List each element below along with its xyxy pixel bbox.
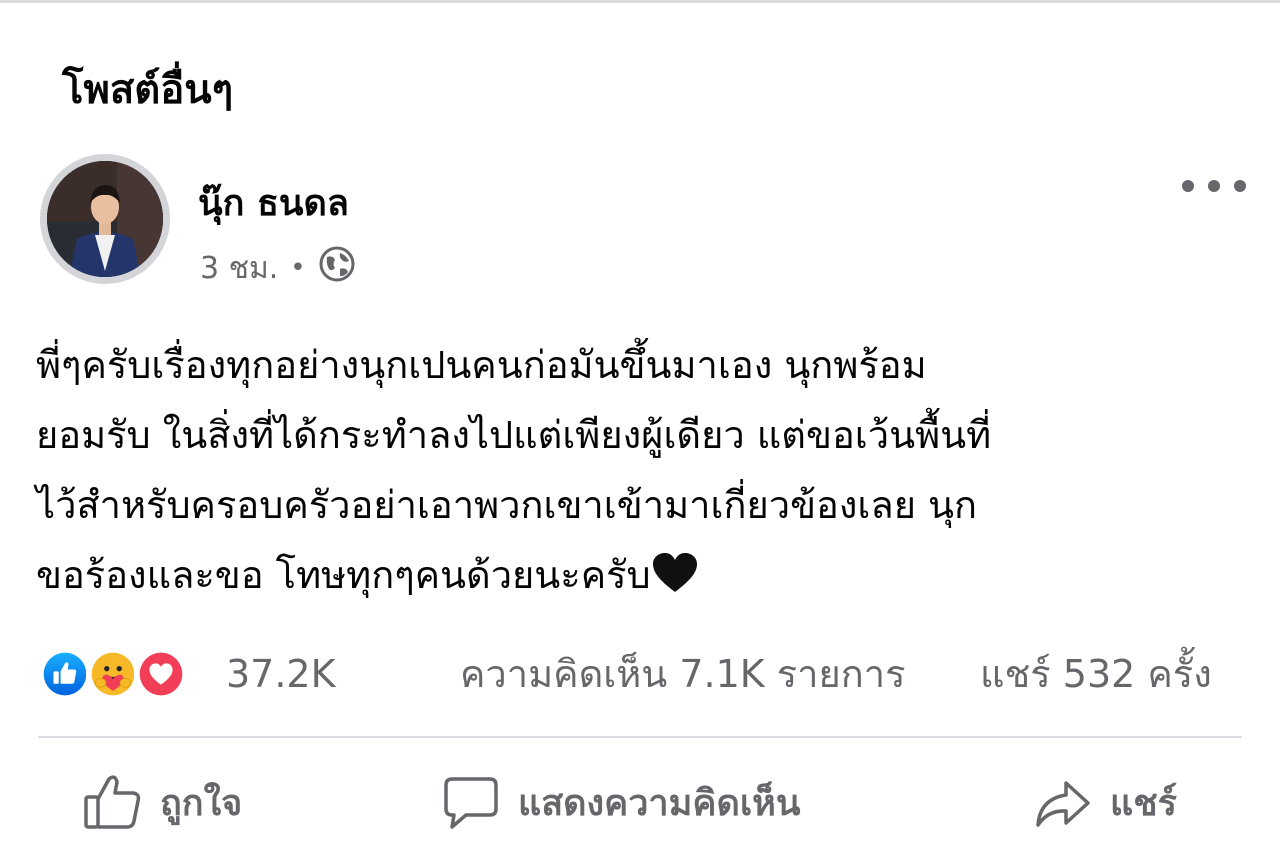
share-arrow-icon xyxy=(1036,781,1090,827)
black-heart-icon xyxy=(651,546,699,592)
comment-count[interactable]: ความคิดเห็น 7.1K รายการ xyxy=(460,650,906,698)
more-dot-icon xyxy=(1234,180,1246,192)
post-line: ขอร้องและขอ โทษทุกๆคนด้วยนะครับ xyxy=(36,553,651,597)
care-icon xyxy=(86,647,140,701)
more-dot-icon xyxy=(1182,180,1194,192)
share-label: แชร์ xyxy=(1110,782,1177,824)
author-name[interactable]: นุ๊ก ธนดล xyxy=(198,180,349,228)
comment-label: แสดงความคิดเห็น xyxy=(518,782,801,824)
like-button[interactable]: ถูกใจ xyxy=(82,770,242,834)
avatar-photo xyxy=(47,161,163,277)
share-button[interactable]: แชร์ xyxy=(1032,770,1177,834)
thumbs-up-icon xyxy=(84,775,141,829)
reaction-icons[interactable] xyxy=(38,646,188,702)
post-line: ไว้สำหรับครอบครัวอย่าเอาพวกเขาเข้ามาเกี่… xyxy=(36,483,978,527)
comment-icon xyxy=(444,777,498,829)
like-label: ถูกใจ xyxy=(160,782,243,824)
post-time[interactable]: 3 ชม. xyxy=(200,245,278,292)
post-meta: 3 ชม. • xyxy=(200,246,356,290)
globe-icon xyxy=(318,245,356,291)
more-options-button[interactable] xyxy=(1182,170,1246,202)
post-text: พี่ๆครับเรื่องทุกอย่างนุกเปนคนก่อมันขึ้น… xyxy=(36,330,1246,610)
comment-button[interactable]: แสดงความคิดเห็น xyxy=(440,770,800,834)
like-icon xyxy=(38,647,92,701)
post-line: พี่ๆครับเรื่องทุกอย่างนุกเปนคนก่อมันขึ้น… xyxy=(36,343,927,387)
more-dot-icon xyxy=(1208,180,1220,192)
divider xyxy=(38,736,1242,738)
love-icon xyxy=(134,647,188,701)
reaction-count[interactable]: 37.2K xyxy=(226,650,336,698)
meta-separator: • xyxy=(290,253,306,283)
share-count[interactable]: แชร์ 532 ครั้ง xyxy=(980,650,1212,698)
section-title: โพสต์อื่นๆ xyxy=(62,67,234,113)
post-line: ยอมรับ ในสิ่งที่ได้กระทำลงไปแต่เพียงผู้เ… xyxy=(36,413,992,457)
top-divider xyxy=(0,0,1280,3)
avatar[interactable] xyxy=(47,161,163,277)
